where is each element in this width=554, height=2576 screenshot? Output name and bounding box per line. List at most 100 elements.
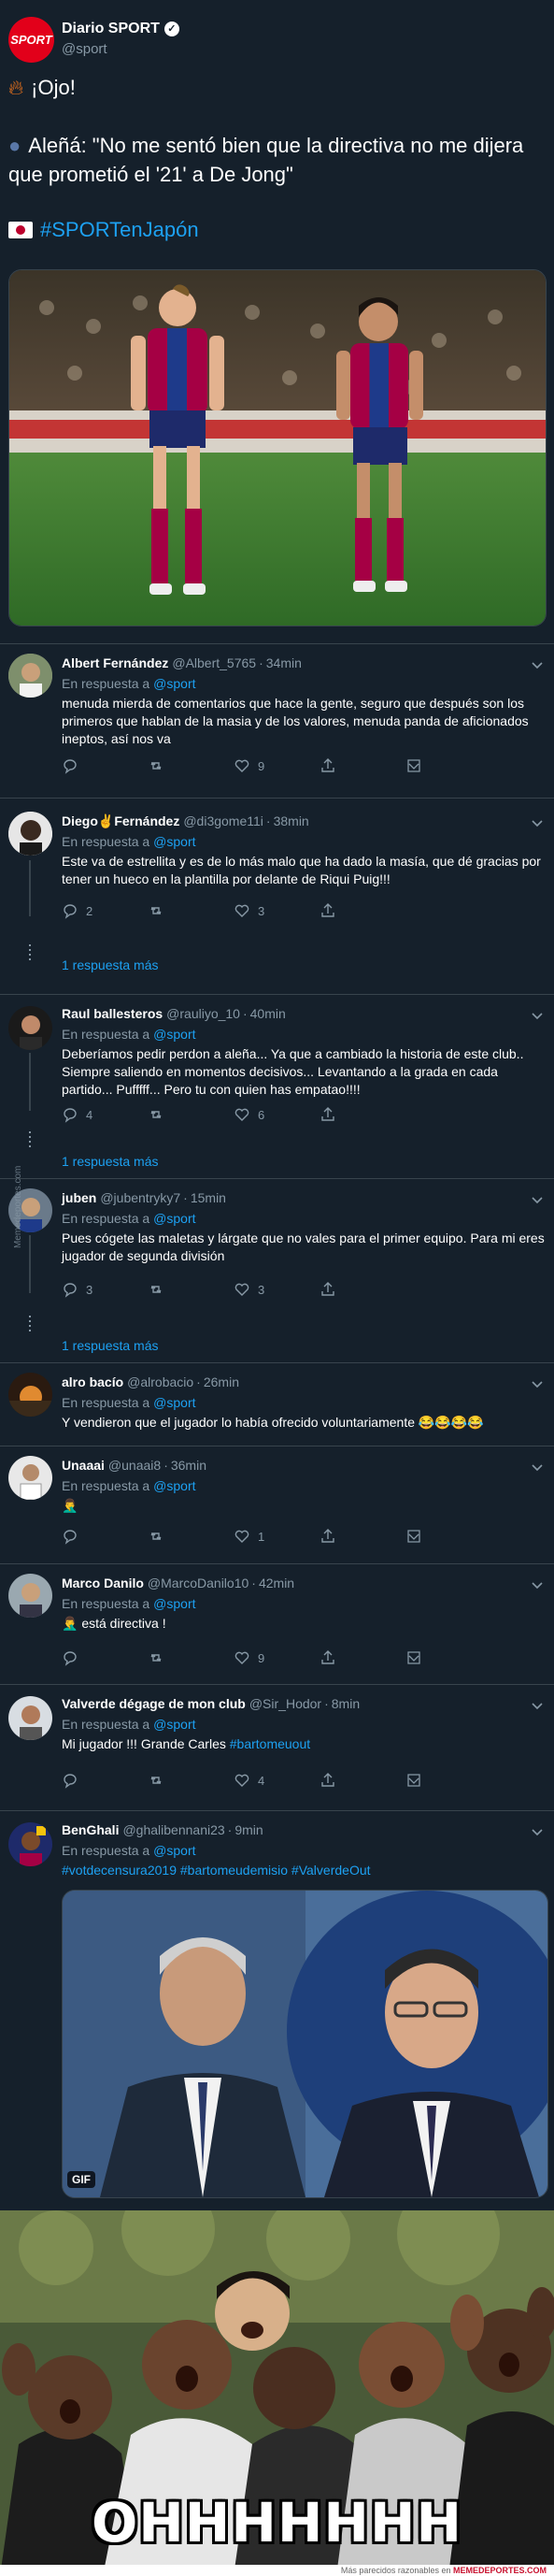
reply-author-handle[interactable]: @unaai8 bbox=[108, 1458, 161, 1473]
reply-author-handle[interactable]: @Sir_Hodor bbox=[249, 1696, 321, 1711]
reply-time[interactable]: 36min bbox=[171, 1458, 206, 1473]
mention-link[interactable]: @sport bbox=[153, 1211, 195, 1226]
reply-author-name[interactable]: Albert Fernández bbox=[62, 655, 168, 670]
chevron-down-icon[interactable] bbox=[532, 1579, 543, 1590]
reply-time[interactable]: 34min bbox=[266, 655, 302, 670]
reply-alro[interactable]: alro bacío @alrobacio · 26min En respuesta … bbox=[0, 1363, 554, 1446]
hashtag-link[interactable]: #SPORTenJapón bbox=[40, 218, 199, 241]
mention-link[interactable]: @sport bbox=[153, 1717, 195, 1732]
mention-link[interactable]: @sport bbox=[153, 676, 195, 691]
reply-albert[interactable]: Albert Fernández @Albert_5765 · 34min En re… bbox=[0, 644, 554, 798]
avatar[interactable] bbox=[8, 1696, 52, 1740]
like-action[interactable]: 9 bbox=[234, 1649, 320, 1666]
reply-valverde[interactable]: Valverde dégage de mon club @Sir_Hodor · 8m… bbox=[0, 1685, 554, 1810]
reply-author-handle[interactable]: @rauliyo_10 bbox=[166, 1006, 240, 1021]
like-action[interactable]: 4 bbox=[234, 1772, 320, 1789]
reply-author-name[interactable]: alro bacío bbox=[62, 1374, 123, 1389]
share-action[interactable] bbox=[320, 1106, 405, 1123]
reply-action[interactable] bbox=[62, 1649, 148, 1666]
show-more-replies-link[interactable]: 1 respuesta más bbox=[62, 1338, 159, 1353]
like-action[interactable]: 6 bbox=[234, 1106, 320, 1123]
mention-link[interactable]: @sport bbox=[153, 1843, 195, 1858]
reply-diego[interactable]: Diego✌Fernández @di3gome11i · 38min En resp… bbox=[0, 799, 554, 994]
avatar[interactable] bbox=[8, 812, 52, 856]
show-more-replies-link[interactable]: 1 respuesta más bbox=[62, 957, 159, 972]
reply-author-name[interactable]: Diego✌Fernández bbox=[62, 813, 179, 828]
reply-author-name[interactable]: Raul ballesteros bbox=[62, 1006, 163, 1021]
share-action[interactable] bbox=[320, 1281, 405, 1298]
share-action[interactable] bbox=[320, 1528, 405, 1545]
hashtags-link[interactable]: #votdecensura2019 #bartomeudemisio #Valv… bbox=[62, 1863, 371, 1878]
reply-action[interactable]: 3 bbox=[62, 1281, 148, 1298]
avatar[interactable] bbox=[8, 654, 52, 698]
reply-author-handle[interactable]: @MarcoDanilo10 bbox=[148, 1576, 249, 1590]
reply-author-name[interactable]: BenGhali bbox=[62, 1822, 119, 1837]
reply-author-handle[interactable]: @Albert_5765 bbox=[172, 655, 256, 670]
author-name[interactable]: Diario SPORT bbox=[62, 21, 160, 36]
mention-link[interactable]: @sport bbox=[153, 1478, 195, 1493]
show-more-replies-link[interactable]: 1 respuesta más bbox=[62, 1154, 159, 1169]
retweet-action[interactable] bbox=[148, 757, 234, 774]
like-action[interactable]: 9 bbox=[234, 757, 320, 774]
reply-author-handle[interactable]: @alrobacio bbox=[127, 1374, 193, 1389]
reply-unaaai[interactable]: Unaaai @unaai8 · 36min En respuesta a @sport… bbox=[0, 1446, 554, 1563]
analytics-action[interactable] bbox=[405, 1649, 491, 1666]
reply-juben[interactable]: juben @jubentryky7 · 15min En respuesta a @s… bbox=[0, 1179, 554, 1362]
chevron-down-icon[interactable] bbox=[532, 1700, 543, 1711]
reply-marco[interactable]: Marco Danilo @MarcoDanilo10 · 42min En resp… bbox=[0, 1564, 554, 1684]
chevron-down-icon[interactable] bbox=[532, 1378, 543, 1389]
reply-action[interactable] bbox=[62, 757, 148, 774]
share-action[interactable] bbox=[320, 1649, 405, 1666]
reply-author-name[interactable]: Marco Danilo bbox=[62, 1576, 144, 1590]
chevron-down-icon[interactable] bbox=[532, 1010, 543, 1021]
gif-media[interactable] bbox=[62, 1890, 548, 2198]
retweet-action[interactable] bbox=[148, 1772, 234, 1789]
reply-author-name[interactable]: Valverde dégage de mon club bbox=[62, 1696, 246, 1711]
reply-action[interactable] bbox=[62, 1772, 148, 1789]
chevron-down-icon[interactable] bbox=[532, 1194, 543, 1205]
analytics-action[interactable] bbox=[405, 1772, 491, 1789]
mention-link[interactable]: @sport bbox=[153, 1596, 195, 1611]
analytics-action[interactable] bbox=[405, 757, 491, 774]
share-action[interactable] bbox=[320, 757, 405, 774]
reply-action[interactable] bbox=[62, 1528, 148, 1545]
main-tweet[interactable]: SPORT Diario SPORT ✓ @sport 🔥︎ ¡Ojo! ● Aleñ… bbox=[0, 0, 554, 643]
retweet-action[interactable] bbox=[148, 1649, 234, 1666]
reply-time[interactable]: 8min bbox=[332, 1696, 360, 1711]
match-photo[interactable] bbox=[8, 269, 547, 626]
avatar[interactable] bbox=[8, 1822, 52, 1866]
retweet-action[interactable] bbox=[148, 1106, 234, 1123]
reply-author-handle[interactable]: @ghalibennani23 bbox=[122, 1822, 224, 1837]
diario-sport-avatar[interactable]: SPORT bbox=[8, 17, 54, 63]
reply-author-name[interactable]: Unaaai bbox=[62, 1458, 105, 1473]
mention-link[interactable]: @sport bbox=[153, 834, 195, 849]
reply-author-handle[interactable]: @jubentryky7 bbox=[100, 1190, 180, 1205]
analytics-action[interactable] bbox=[405, 1528, 491, 1545]
retweet-action[interactable] bbox=[148, 1281, 234, 1298]
chevron-down-icon[interactable] bbox=[532, 659, 543, 670]
reply-author-handle[interactable]: @di3gome11i bbox=[183, 813, 263, 828]
reply-time[interactable]: 26min bbox=[204, 1374, 239, 1389]
reply-time[interactable]: 40min bbox=[250, 1006, 286, 1021]
reply-time[interactable]: 9min bbox=[234, 1822, 263, 1837]
reply-time[interactable]: 38min bbox=[274, 813, 309, 828]
author-handle[interactable]: @sport bbox=[62, 41, 107, 57]
main-tweet-author[interactable]: Diario SPORT ✓ bbox=[62, 21, 179, 37]
avatar[interactable] bbox=[8, 1456, 52, 1500]
retweet-action[interactable] bbox=[148, 902, 234, 919]
reply-action[interactable]: 4 bbox=[62, 1106, 148, 1123]
hashtag-link[interactable]: #bartomeuout bbox=[230, 1736, 310, 1751]
mention-link[interactable]: @sport bbox=[153, 1395, 195, 1410]
like-action[interactable]: 3 bbox=[234, 902, 320, 919]
reply-time[interactable]: 15min bbox=[191, 1190, 226, 1205]
avatar[interactable] bbox=[8, 1373, 52, 1417]
reply-author-name[interactable]: juben bbox=[62, 1190, 96, 1205]
reply-raul[interactable]: Raul ballesteros @rauliyo_10 · 40min En res… bbox=[0, 995, 554, 1178]
like-action[interactable]: 1 bbox=[234, 1528, 320, 1545]
chevron-down-icon[interactable] bbox=[532, 817, 543, 828]
avatar[interactable] bbox=[8, 1006, 52, 1050]
retweet-action[interactable] bbox=[148, 1528, 234, 1545]
like-action[interactable]: 3 bbox=[234, 1281, 320, 1298]
chevron-down-icon[interactable] bbox=[532, 1826, 543, 1837]
reply-action[interactable]: 2 bbox=[62, 902, 148, 919]
